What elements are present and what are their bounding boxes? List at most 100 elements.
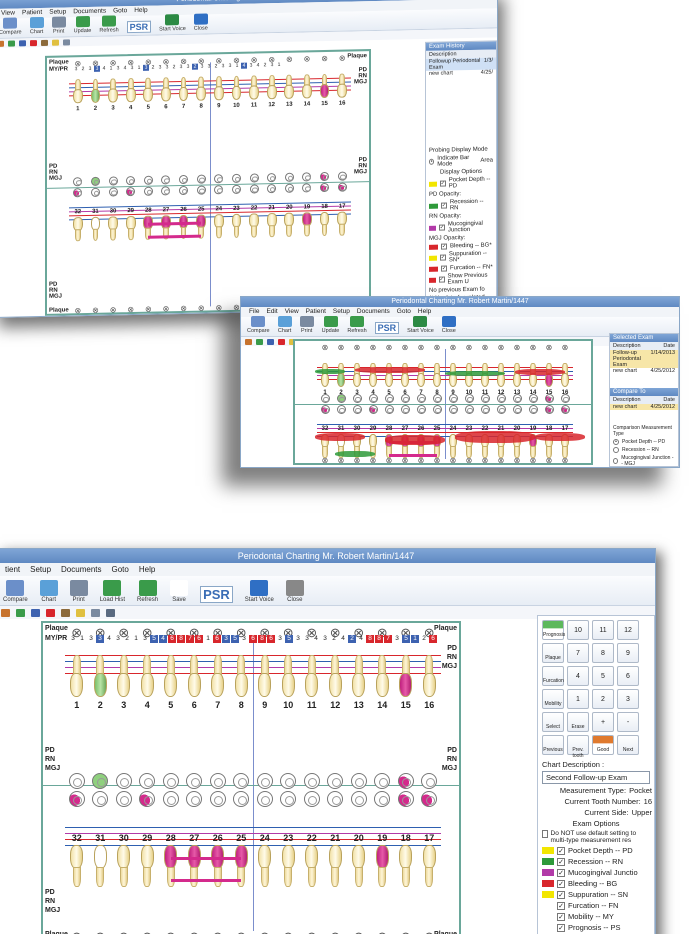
pd-value[interactable]: 1: [136, 65, 142, 71]
occlusal-view-tooth[interactable]: [302, 183, 312, 193]
checkbox[interactable]: ✓: [439, 180, 446, 187]
pd-value[interactable]: 8: [258, 635, 266, 643]
toolbar-chart-button[interactable]: Chart: [29, 16, 44, 35]
occlusal-view-tooth[interactable]: [327, 791, 344, 807]
occlusal-view-tooth[interactable]: [320, 171, 330, 182]
occlusal-view-tooth[interactable]: [416, 394, 426, 403]
tooth-29[interactable]: [140, 845, 154, 869]
tooth-16[interactable]: [337, 83, 348, 98]
occlusal-view-tooth[interactable]: [139, 773, 156, 789]
exam-option[interactable]: ✓ Suppuration -- SN: [538, 889, 654, 900]
occlusal-view-tooth[interactable]: [92, 773, 109, 789]
occlusal-view-tooth[interactable]: [302, 172, 312, 182]
pd-value[interactable]: 1: [234, 63, 240, 69]
menu-item-help[interactable]: Help: [139, 563, 155, 576]
plaque-mark[interactable]: ⊗: [369, 343, 377, 352]
tooth-9[interactable]: [258, 673, 272, 697]
plaque-mark[interactable]: ⊗: [561, 343, 569, 352]
pd-value[interactable]: 3: [73, 66, 79, 72]
tooth-1[interactable]: [72, 89, 83, 104]
occlusal-view-tooth[interactable]: [162, 773, 179, 789]
pd-value[interactable]: 3: [248, 63, 254, 69]
occlusal-view-tooth[interactable]: [162, 791, 179, 807]
tool-icon[interactable]: [256, 338, 263, 345]
tooth-12[interactable]: [328, 673, 342, 697]
pd-value[interactable]: 3: [206, 63, 212, 69]
pd-value[interactable]: 5: [231, 635, 239, 643]
pd-value[interactable]: 5: [402, 635, 410, 643]
tooth-4[interactable]: [125, 87, 136, 103]
checkbox[interactable]: ✓: [557, 901, 565, 910]
plaque-mark[interactable]: ⊗: [385, 343, 393, 352]
checkbox[interactable]: ✓: [557, 868, 565, 877]
exam-option[interactable]: ✓ Furcation -- FN: [538, 900, 654, 911]
pd-value[interactable]: 3: [114, 635, 122, 643]
plaque-mark[interactable]: ⊗: [513, 343, 521, 352]
checkbox[interactable]: ✓: [440, 202, 447, 209]
bridge-28-25[interactable]: [389, 454, 437, 457]
key-erase[interactable]: Erase: [567, 712, 589, 732]
occlusal-view-tooth[interactable]: [496, 394, 506, 403]
pd-value[interactable]: 6: [195, 635, 203, 643]
tooth-5[interactable]: [164, 673, 178, 697]
pd-value[interactable]: 5: [150, 635, 158, 643]
pd-value[interactable]: 2: [348, 635, 356, 643]
tooth-8[interactable]: [234, 673, 248, 697]
display-option[interactable]: ✓ Mucogingival Junction: [426, 219, 496, 234]
plaque-mark[interactable]: ⊗: [433, 343, 441, 352]
pd-value[interactable]: 3: [269, 62, 275, 68]
pd-value[interactable]: 4: [255, 62, 261, 68]
occlusal-view-tooth[interactable]: [464, 405, 474, 414]
toolbar-close-button[interactable]: Close: [285, 580, 304, 603]
pd-value[interactable]: 4: [339, 635, 347, 643]
key-7[interactable]: 7: [567, 643, 589, 663]
tooth-13[interactable]: [352, 673, 366, 697]
tooth-14[interactable]: [302, 84, 312, 99]
occlusal-view-tooth[interactable]: [280, 791, 297, 807]
occlusal-view-tooth[interactable]: [397, 773, 414, 789]
checkbox[interactable]: ✓: [439, 254, 446, 261]
occlusal-view-tooth[interactable]: [143, 186, 153, 196]
key-prev-tooth[interactable]: Prev. tooth: [567, 735, 589, 759]
pd-value[interactable]: 7: [384, 635, 392, 643]
occlusal-view-tooth[interactable]: [139, 791, 156, 807]
display-option[interactable]: ✓ Recession -- RN: [426, 197, 496, 212]
tool-icon[interactable]: [1, 608, 10, 617]
checkbox[interactable]: ✓: [557, 923, 565, 932]
bridge-28-25[interactable]: [170, 879, 242, 882]
plaque-mark[interactable]: ⊗: [353, 343, 361, 352]
occlusal-view-tooth[interactable]: [214, 185, 224, 195]
key-11[interactable]: 11: [592, 620, 614, 640]
plaque-mark[interactable]: ⊗: [338, 54, 346, 63]
tooth-21[interactable]: [328, 845, 342, 869]
tool-icon[interactable]: [16, 608, 25, 617]
tool-icon[interactable]: [31, 608, 40, 617]
exam-option[interactable]: ✓ Prognosis -- PS: [538, 922, 654, 933]
bridge-28-25[interactable]: [148, 234, 202, 239]
occlusal-view-tooth[interactable]: [448, 405, 458, 414]
occlusal-view-tooth[interactable]: [267, 184, 277, 194]
occlusal-view-tooth[interactable]: [68, 791, 85, 807]
tooth-17[interactable]: [422, 845, 436, 869]
perio-chart[interactable]: ⊗⊗⊗⊗⊗⊗⊗⊗⊗⊗⊗⊗⊗⊗⊗⊗⊗⊗⊗⊗⊗⊗⊗⊗⊗⊗⊗⊗⊗⊗⊗⊗PlaquePl…: [41, 621, 461, 934]
occlusal-view-tooth[interactable]: [374, 773, 391, 789]
exam-option[interactable]: ✓ Mucogingival Junctio: [538, 867, 654, 878]
occlusal-view-tooth[interactable]: [303, 773, 320, 789]
exam-option[interactable]: ✓ Mobility -- MY: [538, 911, 654, 922]
perio-chart[interactable]: ⊗⊗⊗⊗⊗⊗⊗⊗⊗⊗⊗⊗⊗⊗⊗⊗⊗⊗⊗⊗⊗⊗⊗⊗⊗⊗⊗⊗⊗⊗⊗⊗PlaquePl…: [45, 49, 371, 316]
occlusal-view-tooth[interactable]: [280, 773, 297, 789]
plaque-mark[interactable]: ⊗: [449, 343, 457, 352]
occlusal-view-tooth[interactable]: [464, 394, 474, 403]
tooth-11[interactable]: [249, 85, 259, 100]
toolbar-chart-button[interactable]: Chart: [277, 316, 292, 334]
tooth-7[interactable]: [416, 373, 426, 387]
tooth-2[interactable]: [336, 373, 346, 387]
occlusal-view-tooth[interactable]: [161, 186, 171, 196]
occlusal-view-tooth[interactable]: [126, 176, 136, 186]
toolbar-start-voice-button[interactable]: Start Voice: [159, 14, 186, 32]
plaque-mark[interactable]: ⊗: [352, 929, 366, 934]
tooth-8[interactable]: [196, 86, 207, 101]
comparison-option[interactable]: Recession -- RN: [610, 446, 678, 454]
key-1[interactable]: 1: [567, 689, 589, 709]
pd-value[interactable]: 2: [171, 64, 177, 70]
